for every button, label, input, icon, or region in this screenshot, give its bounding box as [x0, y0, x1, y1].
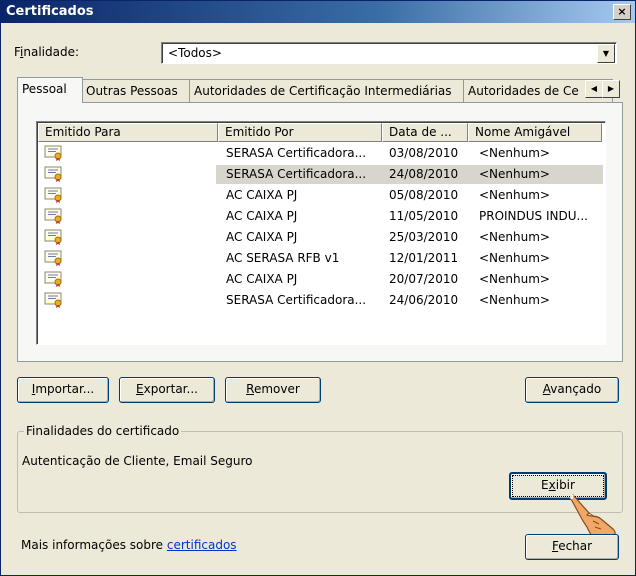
column-header-issued-by[interactable]: Emitido Por — [218, 123, 382, 142]
purpose-dropdown[interactable]: <Todos> ▼ — [161, 42, 617, 64]
more-info-text: Mais informações sobre certificados — [21, 538, 237, 552]
certificate-icon — [44, 208, 64, 224]
cell-issued-by: AC CAIXA PJ — [226, 272, 298, 286]
certificate-icon — [44, 145, 64, 161]
certificate-icon — [44, 166, 64, 182]
cell-friendly: <Nenhum> — [479, 293, 550, 307]
certificate-icon — [44, 292, 64, 308]
certificate-icon — [44, 229, 64, 245]
cell-date: 20/07/2010 — [389, 272, 459, 286]
cell-friendly: <Nenhum> — [479, 188, 550, 202]
cell-date: 03/08/2010 — [389, 146, 459, 160]
column-header-date[interactable]: Data de ... — [382, 123, 468, 142]
certificate-list[interactable]: Emitido Para Emitido Por Data de ... Nom… — [36, 121, 606, 345]
title-bar[interactable]: Certificados × — [1, 1, 635, 23]
tab-autoridades-intermediarias[interactable]: Autoridades de Certificação Intermediári… — [189, 79, 467, 102]
certificates-dialog: Certificados × Finalidade: <Todos> ▼ Pes… — [0, 0, 636, 576]
table-row[interactable]: AC CAIXA PJ 20/07/2010 <Nenhum> — [38, 269, 603, 289]
cell-issued-by: SERASA Certificadora... — [226, 293, 367, 307]
cell-issued-by: AC SERASA RFB v1 — [226, 251, 340, 265]
tab-pessoal[interactable]: Pessoal — [17, 77, 83, 103]
cell-issued-by: AC CAIXA PJ — [226, 209, 298, 223]
tab-outras-pessoas[interactable]: Outras Pessoas — [81, 79, 193, 102]
close-button[interactable]: Fechar — [525, 534, 619, 560]
column-header-issued-to[interactable]: Emitido Para — [38, 123, 218, 142]
tab-strip: Pessoal Outras Pessoas Autoridades de Ce… — [17, 77, 617, 103]
cell-friendly: <Nenhum> — [479, 272, 550, 286]
cell-issued-by: SERASA Certificadora... — [226, 167, 367, 181]
certificate-icon — [44, 250, 64, 266]
certificates-link[interactable]: certificados — [167, 538, 237, 552]
table-row[interactable]: AC CAIXA PJ 25/03/2010 <Nenhum> — [38, 227, 603, 247]
import-button[interactable]: Importar... — [17, 377, 109, 403]
cell-friendly: <Nenhum> — [479, 230, 550, 244]
close-window-button[interactable]: × — [613, 4, 631, 20]
certificate-purposes-legend: Finalidades do certificado — [24, 424, 182, 438]
cell-issued-by: AC CAIXA PJ — [226, 188, 298, 202]
remove-button[interactable]: Remover — [225, 377, 321, 403]
cell-issued-by: AC CAIXA PJ — [226, 230, 298, 244]
cell-date: 12/01/2011 — [389, 251, 459, 265]
window-title: Certificados — [6, 4, 94, 19]
certificate-icon — [44, 271, 64, 287]
tab-scroll-right-icon[interactable]: ▶ — [602, 80, 620, 98]
column-header-friendly-name[interactable]: Nome Amigável — [468, 123, 602, 142]
cell-date: 05/08/2010 — [389, 188, 459, 202]
table-row[interactable]: AC CAIXA PJ 11/05/2010 PROINDUS INDU... — [38, 206, 603, 226]
purpose-dropdown-value: <Todos> — [168, 46, 222, 60]
cell-friendly: <Nenhum> — [479, 251, 550, 265]
table-row[interactable]: AC SERASA RFB v1 12/01/2011 <Nenhum> — [38, 248, 603, 268]
certificate-purposes-text: Autenticação de Cliente, Email Seguro — [22, 454, 253, 468]
purpose-label: Finalidade: — [14, 45, 80, 59]
tab-scroll-left-icon[interactable]: ◀ — [585, 80, 603, 98]
cell-date: 25/03/2010 — [389, 230, 459, 244]
cell-friendly: PROINDUS INDU... — [479, 209, 588, 223]
chevron-down-icon[interactable]: ▼ — [597, 44, 615, 63]
table-row[interactable]: SERASA Certificadora... 24/06/2010 <Nenhum… — [38, 290, 603, 310]
export-button[interactable]: Exportar... — [119, 377, 215, 403]
cell-issued-by: SERASA Certificadora... — [226, 146, 367, 160]
tab-panel-pessoal: Emitido Para Emitido Por Data de ... Nom… — [17, 102, 623, 362]
cell-friendly: <Nenhum> — [479, 146, 550, 160]
table-row[interactable]: SERASA Certificadora... 24/08/2010 <Nenhum… — [38, 164, 603, 184]
table-row[interactable]: AC CAIXA PJ 05/08/2010 <Nenhum> — [38, 185, 603, 205]
certificate-icon — [44, 187, 64, 203]
advanced-button[interactable]: Avançado — [525, 377, 619, 403]
cell-date: 24/08/2010 — [389, 167, 459, 181]
cell-friendly: <Nenhum> — [479, 167, 550, 181]
table-row[interactable]: SERASA Certificadora... 03/08/2010 <Nenhum… — [38, 143, 603, 163]
cell-date: 11/05/2010 — [389, 209, 459, 223]
cell-date: 24/06/2010 — [389, 293, 459, 307]
